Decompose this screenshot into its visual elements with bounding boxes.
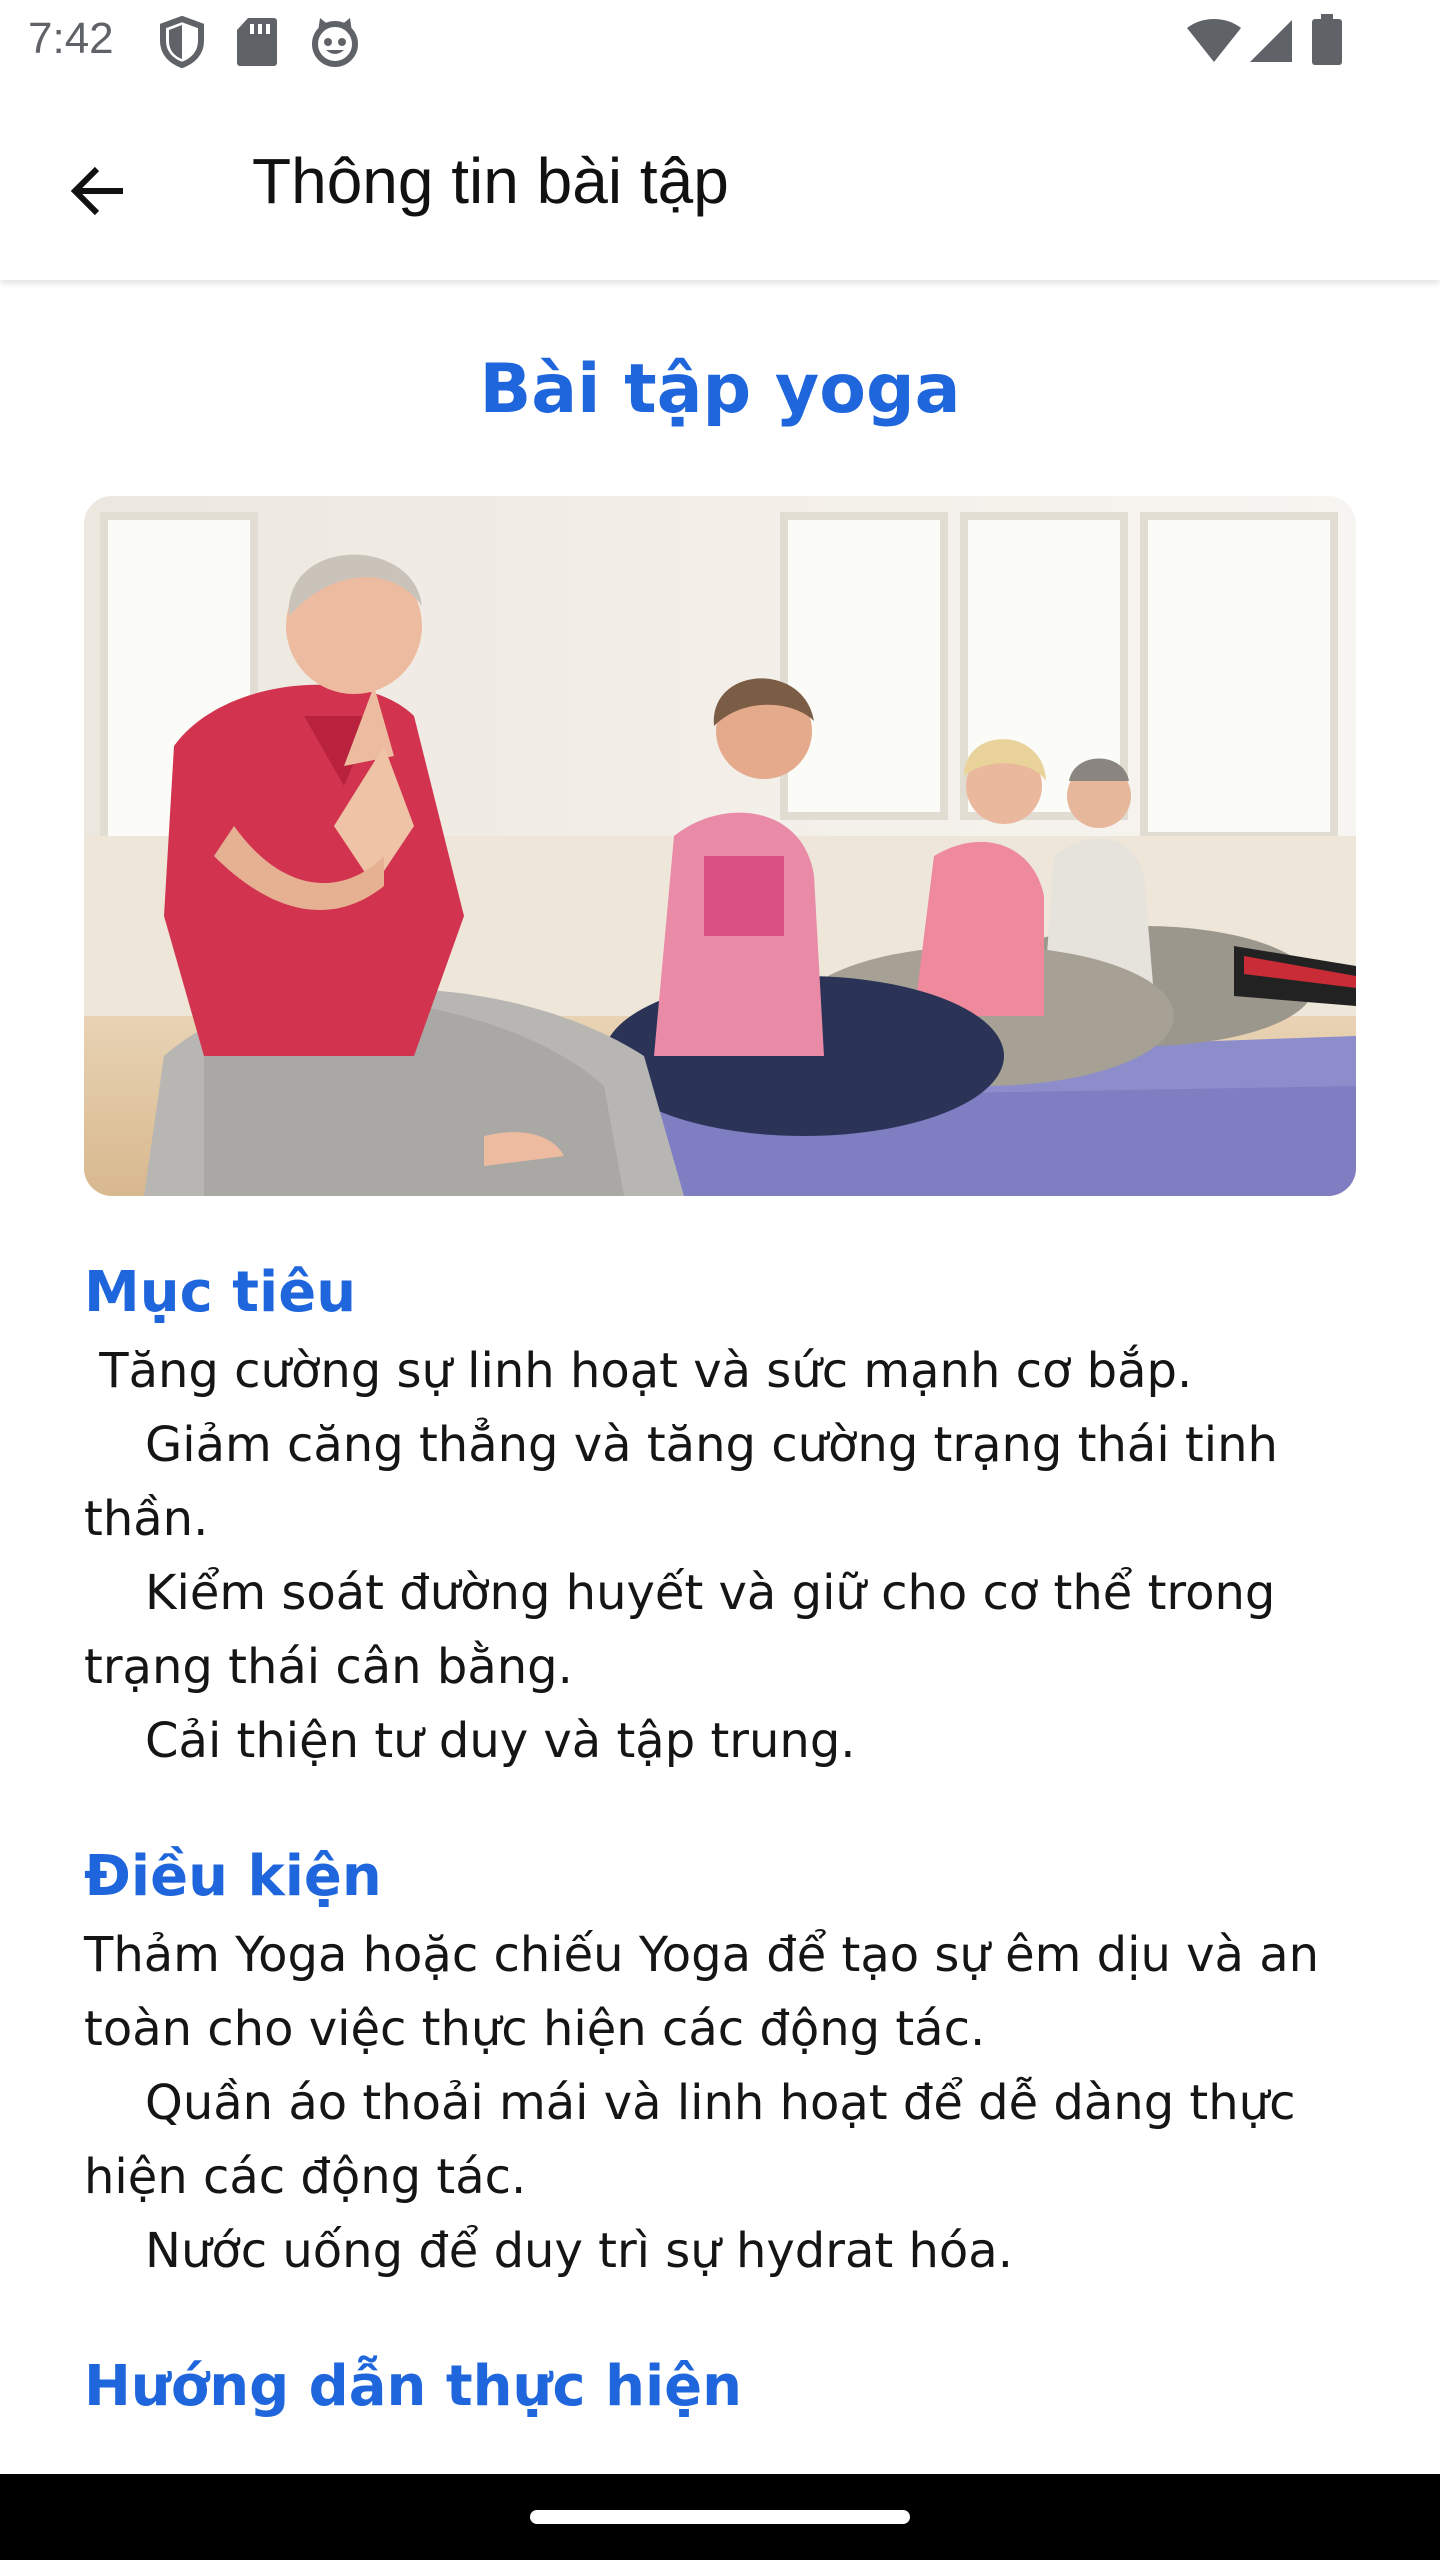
home-indicator[interactable] xyxy=(530,2510,910,2524)
battery-icon xyxy=(1312,14,1342,70)
condition-item: Nước uống để duy trì sự hydrat hóa. xyxy=(84,2223,1013,2279)
exercise-detail-content[interactable]: Bài tập yoga Mục tiêu Tăng cường sự linh… xyxy=(0,284,1440,2474)
status-time: 7:42 xyxy=(28,14,114,63)
system-navigation-bar xyxy=(0,2474,1440,2560)
goals-list: Tăng cường sự linh hoạt và sức mạnh cơ b… xyxy=(84,1334,1364,1778)
wifi-icon xyxy=(1186,18,1242,68)
conditions-heading: Điều kiện xyxy=(84,1844,382,1909)
goals-heading: Mục tiêu xyxy=(84,1260,357,1325)
goal-item: Cải thiện tư duy và tập trung. xyxy=(84,1713,856,1769)
condition-item: Quần áo thoải mái và linh hoạt để dễ dàn… xyxy=(84,2075,1311,2205)
exercise-title: Bài tập yoga xyxy=(479,350,961,429)
exercise-image xyxy=(84,496,1356,1196)
status-bar: 7:42 xyxy=(0,0,1440,84)
goal-item: Tăng cường sự linh hoạt và sức mạnh cơ b… xyxy=(84,1343,1193,1399)
back-button[interactable] xyxy=(42,138,152,248)
conditions-list: Thảm Yoga hoặc chiếu Yoga để tạo sự êm d… xyxy=(84,1918,1364,2288)
goal-item: Kiểm soát đường huyết và giữ cho cơ thể … xyxy=(84,1565,1291,1695)
cat-face-icon xyxy=(310,16,360,72)
app-bar: Thông tin bài tập xyxy=(0,84,1440,280)
arrow-left-icon xyxy=(65,159,129,227)
goal-item: Giảm căng thẳng và tăng cường trạng thái… xyxy=(84,1417,1294,1547)
shield-icon xyxy=(158,15,206,72)
signal-icon xyxy=(1248,18,1294,68)
page-title: Thông tin bài tập xyxy=(252,145,729,217)
condition-item: Thảm Yoga hoặc chiếu Yoga để tạo sự êm d… xyxy=(84,1927,1335,2057)
sd-card-icon xyxy=(236,16,278,72)
instructions-heading: Hướng dẫn thực hiện xyxy=(84,2354,742,2419)
